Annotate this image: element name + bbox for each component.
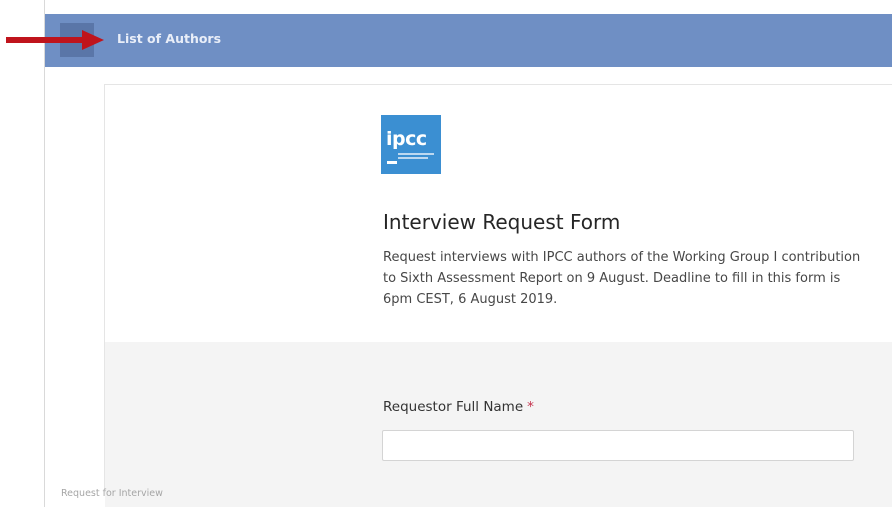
logo-decor-mark bbox=[387, 161, 397, 164]
page-left-border bbox=[44, 0, 45, 507]
ipcc-logo: ipcc bbox=[381, 115, 441, 174]
required-asterisk: * bbox=[527, 399, 534, 415]
requestor-name-label-text: Requestor Full Name bbox=[383, 399, 524, 415]
red-arrow-annotation-icon bbox=[6, 30, 104, 50]
form-title: Interview Request Form bbox=[383, 210, 621, 234]
form-body-section bbox=[105, 342, 892, 507]
list-of-authors-link[interactable]: List of Authors bbox=[117, 31, 221, 46]
requestor-full-name-input[interactable] bbox=[382, 430, 854, 461]
requestor-name-label: Requestor Full Name * bbox=[383, 399, 534, 415]
top-navigation-bar: List of Authors bbox=[45, 14, 892, 67]
logo-decor-line bbox=[398, 157, 428, 159]
footer-caption: Request for Interview bbox=[61, 488, 163, 499]
form-description: Request interviews with IPCC authors of … bbox=[383, 250, 861, 307]
logo-decor-line bbox=[398, 153, 434, 155]
ipcc-logo-text: ipcc bbox=[386, 128, 427, 150]
